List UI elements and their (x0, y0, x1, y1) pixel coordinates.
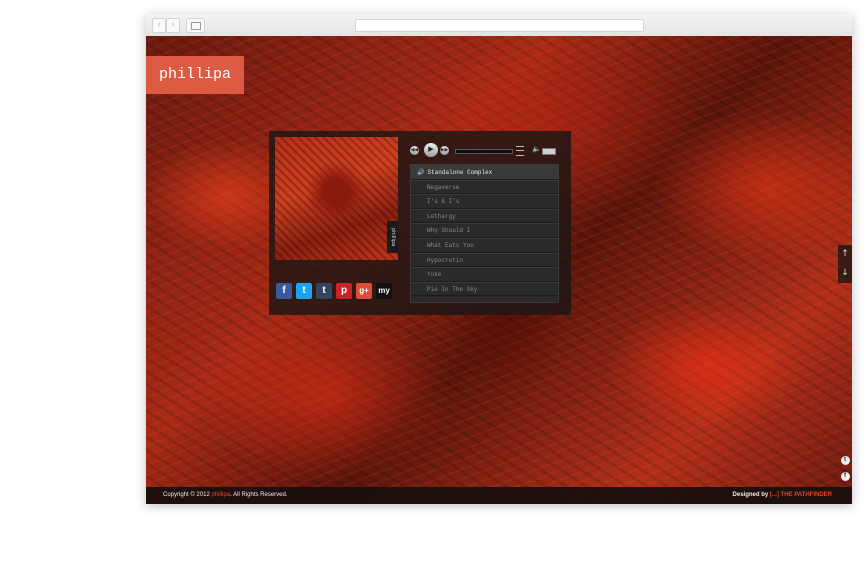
twitter-side-icon[interactable]: t (840, 456, 850, 465)
footer: Copyright © 2012 phillipa. All Rights Re… (146, 487, 852, 504)
playlist-item[interactable]: Why Should I (411, 223, 558, 238)
playlist-item[interactable]: Hypocretin (411, 252, 558, 268)
playlist-item[interactable]: What Eats You (411, 237, 558, 253)
designer-link[interactable]: [...] THE PATHFINDER (770, 492, 832, 498)
playlist-item[interactable]: I's & I's (411, 194, 558, 209)
facebook-side-icon[interactable]: f (840, 472, 850, 481)
scroll-arrows: ↑ ↓ (838, 245, 852, 283)
tumblr-icon[interactable]: t (316, 283, 332, 299)
forward-button[interactable]: › (166, 18, 180, 33)
site-logo[interactable]: phillipa (146, 56, 244, 94)
arrow-up-icon[interactable]: ↑ (838, 245, 852, 264)
facebook-icon[interactable]: f (276, 283, 292, 299)
playlist-item[interactable]: Yoke (411, 267, 558, 282)
album-art: phillipa (275, 137, 398, 260)
player-controls: ◀◀ ▶ ▶▶ 🔈 (410, 143, 560, 161)
volume-icon[interactable]: 🔈 (532, 145, 541, 153)
playlist-item[interactable]: Negaverse (411, 179, 558, 195)
myspace-icon[interactable]: my (376, 283, 392, 299)
designed-by-label: Designed by (732, 492, 769, 498)
album-art-tag: phillipa (387, 221, 398, 253)
playlist-item[interactable]: Lethargy (411, 208, 558, 224)
copyright-prefix: Copyright © 2012 (163, 492, 210, 498)
playlist-item[interactable]: 🔊 Standalone Complex (411, 165, 558, 180)
speaker-icon: 🔊 (417, 169, 425, 176)
music-player-panel: phillipa f t t p g+ my ◀◀ ▶ ▶▶ 🔈 🔊 Standa… (269, 131, 571, 315)
playlist: 🔊 Standalone Complex Negaverse I's & I's … (410, 164, 559, 303)
browser-toolbar: ‹ › (146, 14, 852, 37)
previous-button[interactable]: ◀◀ (410, 146, 419, 155)
copyright-text: Copyright © 2012 phillipa. All Rights Re… (163, 487, 288, 504)
next-button[interactable]: ▶▶ (440, 146, 449, 155)
volume-slider[interactable] (542, 148, 556, 155)
sidebar-icon (191, 22, 201, 30)
google-plus-icon[interactable]: g+ (356, 283, 372, 299)
playlist-item[interactable]: Pie In The Sky (411, 281, 558, 297)
playlist-icon[interactable] (516, 146, 524, 156)
address-bar[interactable] (355, 19, 644, 32)
copyright-brand-link[interactable]: phillipa (211, 492, 230, 498)
play-button[interactable]: ▶ (424, 143, 438, 157)
browser-window: ‹ › phillipa phillipa f t t p g+ my ◀◀ ▶… (146, 14, 852, 504)
pinterest-icon[interactable]: p (336, 283, 352, 299)
designer-credit: Designed by [...] THE PATHFINDER (733, 487, 832, 504)
track-title: Standalone Complex (427, 169, 493, 176)
back-button[interactable]: ‹ (152, 18, 166, 33)
side-social: t f (838, 452, 852, 488)
page-content: phillipa phillipa f t t p g+ my ◀◀ ▶ ▶▶ … (146, 36, 852, 504)
copyright-suffix: . All Rights Reserved. (230, 492, 288, 498)
arrow-down-icon[interactable]: ↓ (838, 264, 852, 283)
twitter-icon[interactable]: t (296, 283, 312, 299)
sidebar-toggle-button[interactable] (186, 18, 205, 33)
progress-bar[interactable] (455, 149, 513, 154)
